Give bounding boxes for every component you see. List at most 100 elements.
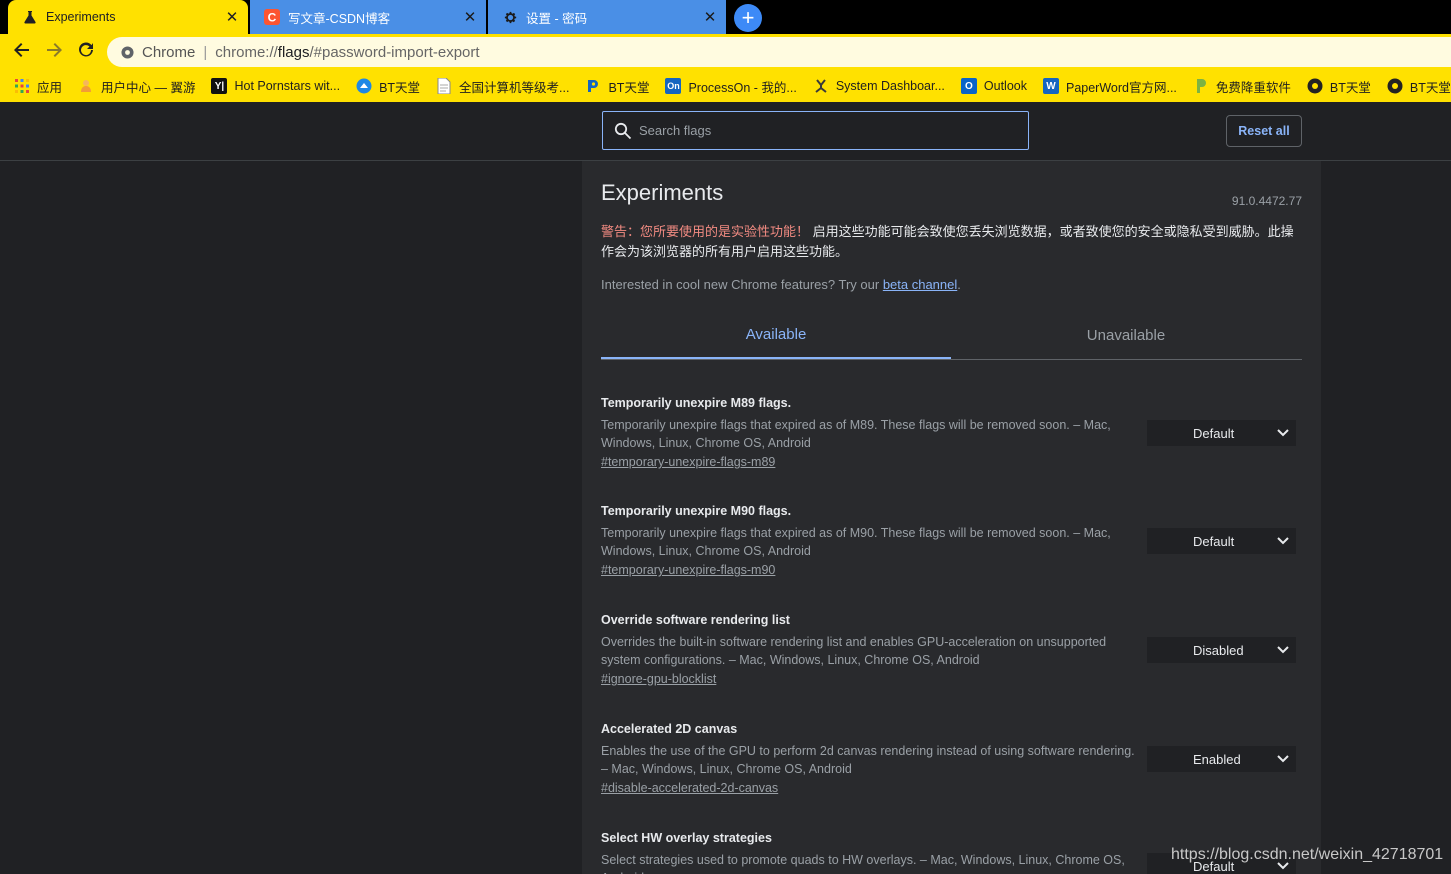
warning-heading: 警告：您所要使用的是实验性功能！	[601, 224, 810, 239]
flag-description: Overrides the built-in software renderin…	[601, 635, 1107, 667]
bookmark-label: 应用	[37, 80, 63, 95]
beta-suffix: .	[957, 277, 961, 292]
address-bar[interactable]: Chrome | chrome://flags/#password-import…	[107, 37, 1451, 67]
watermark-text: https://blog.csdn.net/weixin_42718701	[1171, 846, 1444, 863]
url-host: flags	[277, 43, 310, 61]
flag-name: Override software rendering list	[601, 613, 790, 627]
tab-csdn[interactable]: C 写文章-CSDN博客 ✕	[250, 0, 486, 34]
beta-text: Interested in cool new Chrome features? …	[601, 277, 883, 292]
bookmark-label: BT天堂	[608, 80, 650, 95]
flags-header: Reset all	[0, 102, 1451, 161]
search-flags-box[interactable]	[602, 111, 1029, 150]
bookmark-bt-3[interactable]: BT天堂	[1307, 77, 1371, 96]
chrome-logo-icon	[120, 45, 134, 59]
flag-select[interactable]: Default	[1147, 528, 1296, 554]
bookmark-label: ProcessOn - 我的...	[688, 80, 797, 95]
warning-text: 警告：您所要使用的是实验性功能！ 启用这些功能可能会致使您丢失浏览数据，或者致使…	[601, 222, 1301, 262]
back-button[interactable]	[10, 40, 34, 64]
bookmark-free-rewrite[interactable]: 免费降重软件	[1193, 77, 1291, 96]
flag-permalink[interactable]: #ignore-gpu-blocklist	[601, 672, 716, 686]
tab-title: 设置 - 密码	[526, 11, 588, 26]
bookmark-system-dashboard[interactable]: System Dashboar...	[813, 78, 945, 94]
browser-toolbar: Chrome | chrome://flags/#password-import…	[0, 34, 1451, 70]
tab-unavailable[interactable]: Unavailable	[951, 311, 1301, 359]
flask-icon	[22, 9, 38, 25]
flag-select-value: Enabled	[1193, 751, 1241, 767]
tab-available[interactable]: Available	[601, 311, 951, 359]
forward-button[interactable]	[42, 40, 66, 64]
flag-tabs: Available Unavailable	[601, 311, 1302, 360]
bookmark-processon[interactable]: On ProcessOn - 我的...	[665, 77, 797, 96]
bookmark-paperword[interactable]: W PaperWord官方网...	[1042, 77, 1177, 96]
user-hand-icon	[78, 78, 94, 94]
chevron-down-icon	[1274, 641, 1292, 659]
bt-dark-icon	[1307, 78, 1323, 94]
flag-description: Temporarily unexpire flags that expired …	[601, 418, 1111, 450]
tab-title: 写文章-CSDN博客	[288, 11, 391, 26]
close-icon[interactable]: ✕	[700, 7, 720, 27]
bookmarks-bar: 应用 用户中心 — 翼游 Y| Hot Pornstars wit... BT天…	[0, 70, 1451, 102]
bookmark-label: BT天堂	[1329, 80, 1371, 95]
flag-name: Select HW overlay strategies	[601, 831, 772, 845]
search-icon	[613, 121, 633, 141]
url-path: /#password-import-export	[309, 43, 480, 61]
document-icon	[436, 78, 452, 94]
tab-settings-password[interactable]: 设置 - 密码 ✕	[488, 0, 726, 34]
csdn-icon: C	[264, 9, 280, 25]
chevron-down-icon	[1274, 532, 1292, 550]
flag-select[interactable]: Enabled	[1147, 746, 1296, 772]
flag-item: Override software rendering list Overrid…	[601, 613, 1302, 703]
outlook-icon: O	[960, 78, 977, 94]
flag-description: Enables the use of the GPU to perform 2d…	[601, 744, 1135, 776]
bookmark-label: 用户中心 — 翼游	[101, 80, 196, 95]
svg-text:C: C	[268, 11, 277, 25]
version-label: 91.0.4472.77	[1231, 194, 1302, 208]
paperword-icon: W	[1042, 78, 1059, 94]
bookmark-label: BT天堂	[379, 80, 421, 95]
beta-promo: Interested in cool new Chrome features? …	[601, 277, 961, 292]
flag-permalink[interactable]: #disable-accelerated-2d-canvas	[601, 781, 778, 795]
flag-select-value: Default	[1193, 425, 1235, 441]
arrow-left-icon	[13, 41, 31, 64]
new-tab-button[interactable]: +	[734, 4, 762, 32]
bookmark-ncre[interactable]: 全国计算机等级考...	[436, 77, 569, 96]
flag-select-value: Disabled	[1193, 642, 1244, 658]
bookmark-apps[interactable]: 应用	[14, 77, 62, 96]
bt-dark-icon	[1387, 78, 1403, 94]
close-icon[interactable]: ✕	[460, 7, 480, 27]
flag-permalink[interactable]: #temporary-unexpire-flags-m90	[601, 563, 775, 577]
flag-description: Temporarily unexpire flags that expired …	[601, 526, 1111, 558]
tab-experiments[interactable]: Experiments ✕	[8, 0, 248, 34]
search-input[interactable]	[639, 123, 1028, 138]
bookmark-label: BT天堂	[1409, 80, 1451, 95]
bookmark-label: System Dashboar...	[835, 79, 945, 93]
url-scheme: chrome://	[215, 43, 278, 61]
bookmark-bt-4[interactable]: BT天堂	[1387, 77, 1451, 96]
bookmark-hot[interactable]: Y| Hot Pornstars wit...	[211, 78, 340, 94]
bookmark-bt-1[interactable]: BT天堂	[356, 77, 420, 96]
apps-grid-icon	[14, 78, 30, 94]
flag-name: Temporarily unexpire M89 flags.	[601, 396, 792, 410]
flag-select[interactable]: Default	[1147, 420, 1296, 446]
flag-select[interactable]: Disabled	[1147, 637, 1296, 663]
bookmark-label: Hot Pornstars wit...	[234, 79, 341, 93]
p-logo-icon	[1193, 78, 1209, 94]
reload-icon	[77, 41, 95, 64]
tab-title: Experiments	[46, 10, 116, 24]
flags-content: Experiments 91.0.4472.77 警告：您所要使用的是实验性功能…	[582, 161, 1321, 874]
omnibox-separator: |	[203, 43, 208, 61]
yj-icon: Y|	[211, 78, 228, 94]
flag-select-value: Default	[1193, 533, 1235, 549]
flag-permalink[interactable]: #temporary-unexpire-flags-m89	[601, 455, 775, 469]
reload-button[interactable]	[74, 40, 98, 64]
reset-all-button[interactable]: Reset all	[1226, 115, 1302, 147]
bookmark-bt-2[interactable]: BT天堂	[585, 77, 649, 96]
bookmark-user-center[interactable]: 用户中心 — 翼游	[78, 77, 195, 96]
bookmark-outlook[interactable]: O Outlook	[960, 78, 1027, 94]
flag-description: Select strategies used to promote quads …	[601, 853, 1125, 874]
beta-channel-link[interactable]: beta channel	[883, 277, 957, 292]
close-icon[interactable]: ✕	[222, 7, 242, 27]
tab-strip: Experiments ✕ C 写文章-CSDN博客 ✕ 设置 - 密码 ✕ +	[0, 0, 1451, 34]
flag-item: Accelerated 2D canvas Enables the use of…	[601, 722, 1302, 812]
bookmark-label: Outlook	[983, 79, 1027, 93]
